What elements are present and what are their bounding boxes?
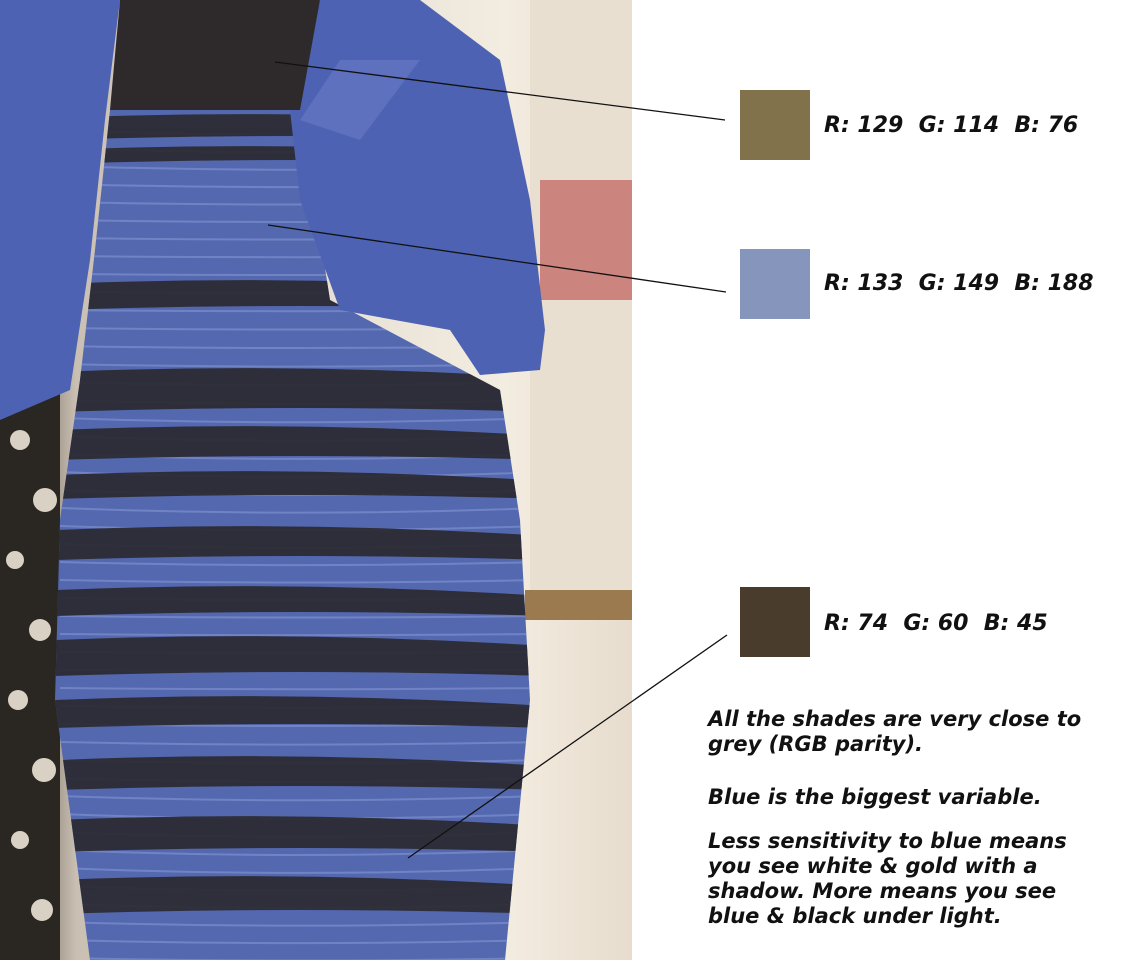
- note-sensitivity: Less sensitivity to blue means you see w…: [708, 829, 1067, 928]
- lace-band: [55, 876, 530, 914]
- swatch-dark: [740, 587, 810, 657]
- background-red-garment: [540, 180, 632, 300]
- swatch-gold: [740, 90, 810, 160]
- dress-illustration: [0, 0, 632, 960]
- note-blue-variable: Blue is the biggest variable.: [708, 785, 1042, 809]
- rgb-label-gold: R: 129 G: 114 B: 76: [824, 113, 1079, 138]
- background-patterned-garment: [0, 380, 60, 960]
- note-grey-parity: All the shades are very close to grey (R…: [708, 707, 1082, 756]
- rgb-label-blue: R: 133 G: 149 B: 188: [824, 271, 1094, 296]
- background-shelf: [525, 590, 632, 620]
- dress-photo: [0, 0, 632, 960]
- diagram-canvas: R: 129 G: 114 B: 76 R: 133 G: 149 B: 188…: [0, 0, 1122, 960]
- dress-neckline: [110, 0, 320, 110]
- swatch-blue: [740, 249, 810, 319]
- lace-band: [55, 368, 530, 412]
- background-wall: [530, 0, 632, 620]
- rgb-label-dark: R: 74 G: 60 B: 45: [824, 611, 1048, 636]
- lace-band: [55, 636, 530, 676]
